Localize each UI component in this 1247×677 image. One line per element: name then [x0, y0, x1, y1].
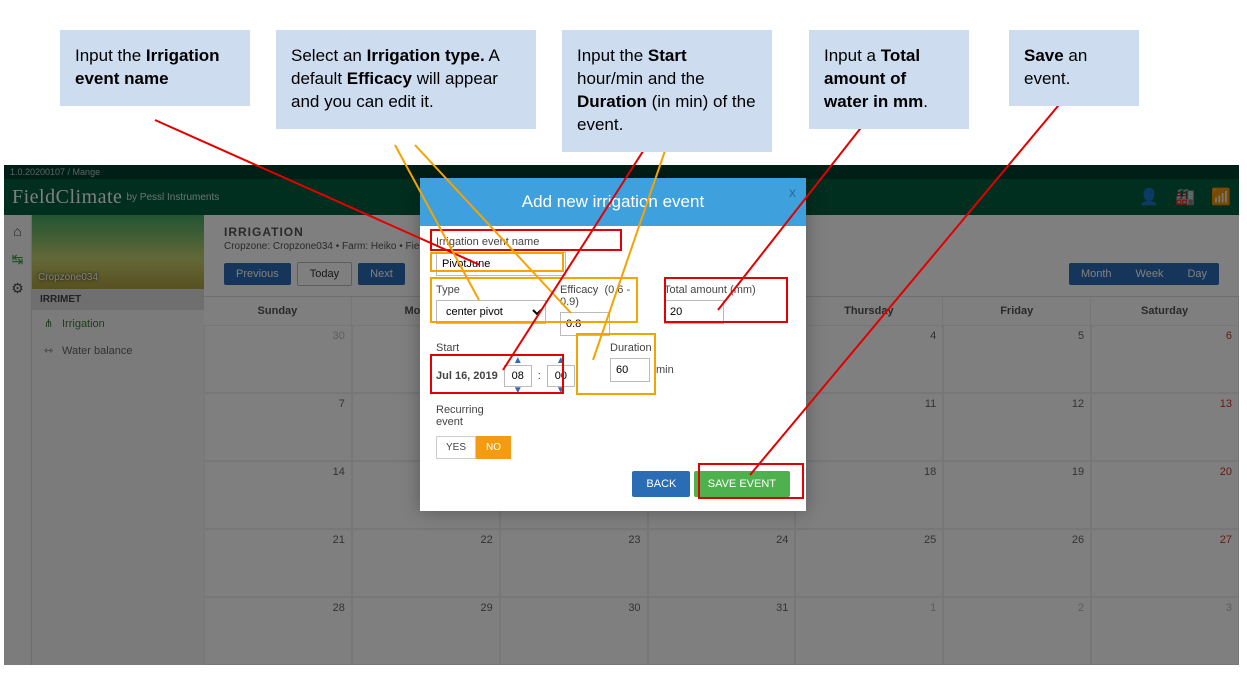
- start-label: Start: [436, 342, 596, 354]
- recurring-no-toggle[interactable]: NO: [476, 436, 511, 459]
- highlight-event-name-val: [430, 252, 564, 272]
- app-window: 1.0.20200107 / Mange FieldClimate by Pes…: [4, 165, 1239, 665]
- recurring-label: Recurring event: [436, 404, 506, 428]
- callout-irrigation-type: Select an Irrigation type. A default Eff…: [276, 30, 536, 129]
- duration-unit: min: [656, 364, 674, 376]
- callout-total-amount: Input a Total amount of water in mm.: [809, 30, 969, 129]
- recurring-yes-toggle[interactable]: YES: [436, 436, 476, 459]
- callout-event-name: Input the Irrigation event name: [60, 30, 250, 106]
- highlight-start: [430, 354, 564, 394]
- modal-title: Add new irrigation event: [522, 192, 704, 211]
- back-button[interactable]: BACK: [632, 471, 690, 497]
- highlight-duration: [576, 333, 656, 395]
- callout-start-duration: Input the Start hour/min and the Duratio…: [562, 30, 772, 152]
- highlight-total: [664, 277, 788, 323]
- close-icon[interactable]: x: [789, 184, 796, 200]
- highlight-type-eff: [430, 277, 638, 323]
- highlight-save: [698, 463, 804, 499]
- callout-save: Save an event.: [1009, 30, 1139, 106]
- highlight-event-name: [430, 229, 622, 251]
